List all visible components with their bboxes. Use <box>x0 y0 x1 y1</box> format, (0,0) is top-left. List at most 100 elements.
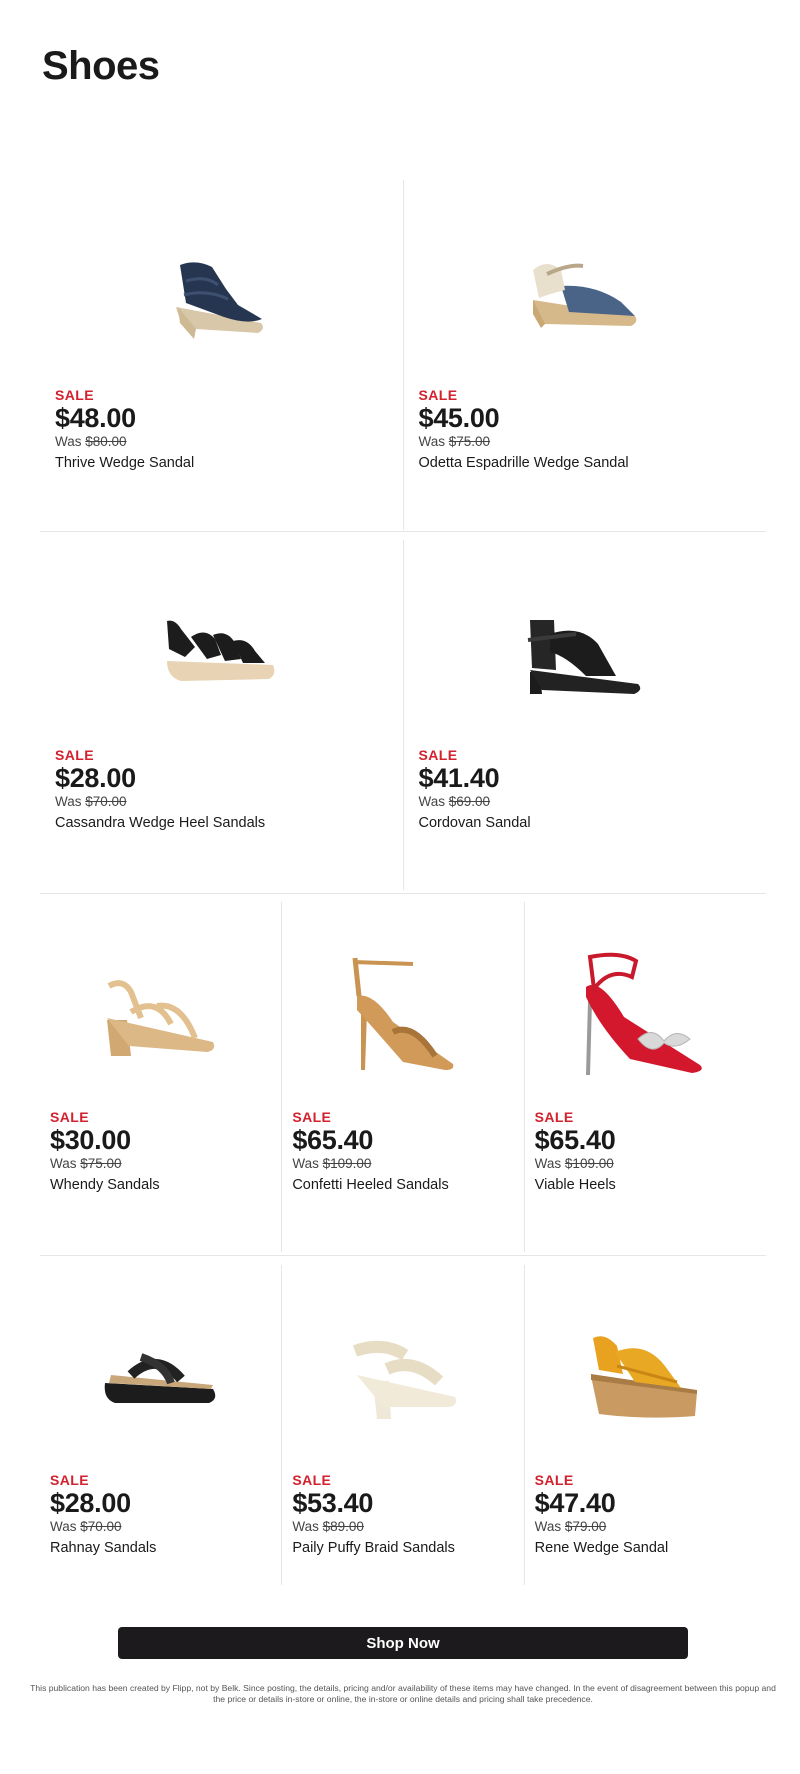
sale-label: SALE <box>292 1109 332 1125</box>
sale-price: $45.00 <box>418 403 500 433</box>
divider <box>40 1255 766 1256</box>
product-card[interactable]: SALE $65.40 Was $109.00 Confetti Heeled … <box>281 902 523 1252</box>
was-label: Was <box>292 1519 319 1534</box>
product-name[interactable]: Rahnay Sandals <box>50 1540 156 1557</box>
product-card[interactable]: SALE $47.40 Was $79.00 Rene Wedge Sandal <box>523 1265 766 1585</box>
was-price-row: Was $79.00 <box>535 1519 669 1534</box>
espadrille-wedge-image <box>532 263 637 328</box>
page-title: Shoes <box>42 44 160 88</box>
original-price: $70.00 <box>85 794 127 809</box>
product-image[interactable] <box>404 220 767 370</box>
wedge-heel-sandal-image <box>167 620 275 681</box>
product-card[interactable]: SALE $41.40 Was $69.00 Cordovan Sandal <box>402 540 767 890</box>
product-info: SALE $65.40 Was $109.00 Confetti Heeled … <box>292 1109 448 1194</box>
black-slide-sandal-image <box>104 1353 215 1403</box>
product-image[interactable] <box>40 942 281 1092</box>
product-name[interactable]: Viable Heels <box>535 1177 616 1194</box>
was-label: Was <box>292 1156 319 1171</box>
product-info: SALE $28.00 Was $70.00 Rahnay Sandals <box>50 1472 156 1557</box>
disclaimer-text: This publication has been created by Fli… <box>30 1683 776 1704</box>
product-name[interactable]: Cassandra Wedge Heel Sandals <box>55 815 265 832</box>
sale-label: SALE <box>534 1109 574 1125</box>
shop-now-button[interactable]: Shop Now <box>118 1627 688 1659</box>
sale-price: $28.00 <box>50 1488 131 1518</box>
was-price-row: Was $89.00 <box>292 1519 455 1534</box>
original-price: $79.00 <box>564 1519 607 1534</box>
product-image[interactable] <box>40 1305 281 1455</box>
was-label: Was <box>55 794 82 809</box>
product-image[interactable] <box>282 942 523 1092</box>
original-price: $75.00 <box>80 1156 122 1171</box>
product-name[interactable]: Paily Puffy Braid Sandals <box>292 1540 455 1557</box>
wedge-sandal-navy-image <box>176 262 264 339</box>
product-card[interactable]: SALE $53.40 Was $89.00 Paily Puffy Braid… <box>281 1265 523 1585</box>
sale-price: $48.00 <box>55 403 136 433</box>
product-image[interactable] <box>40 580 403 730</box>
was-price-row: Was $70.00 <box>50 1519 156 1534</box>
sale-label: SALE <box>418 747 458 763</box>
product-info: SALE $47.40 Was $79.00 Rene Wedge Sandal <box>535 1472 669 1557</box>
product-card[interactable]: SALE $28.00 Was $70.00 Rahnay Sandals <box>40 1265 281 1585</box>
was-price-row: Was $69.00 <box>419 794 531 809</box>
product-card[interactable]: SALE $28.00 Was $70.00 Cassandra Wedge H… <box>40 540 403 890</box>
product-name[interactable]: Odetta Espadrille Wedge Sandal <box>419 455 629 472</box>
original-price: $109.00 <box>322 1156 372 1171</box>
sale-label: SALE <box>418 387 458 403</box>
original-price: $70.00 <box>80 1519 122 1534</box>
was-label: Was <box>50 1156 77 1171</box>
product-row: SALE $28.00 Was $70.00 Rahnay Sandals SA… <box>40 1265 766 1585</box>
product-name[interactable]: Cordovan Sandal <box>419 815 531 832</box>
product-info: SALE $45.00 Was $75.00 Odetta Espadrille… <box>419 387 629 472</box>
product-name[interactable]: Rene Wedge Sandal <box>535 1540 669 1557</box>
divider <box>40 531 766 532</box>
product-image[interactable] <box>525 942 766 1092</box>
product-card[interactable]: SALE $65.40 Was $109.00 Viable Heels <box>523 902 766 1252</box>
sale-label: SALE <box>292 1472 332 1488</box>
sale-label: SALE <box>55 747 94 763</box>
product-info: SALE $28.00 Was $70.00 Cassandra Wedge H… <box>55 747 265 832</box>
product-row: SALE $48.00 Was $80.00 Thrive Wedge Sand… <box>40 180 766 530</box>
was-label: Was <box>534 1156 562 1171</box>
product-name[interactable]: Confetti Heeled Sandals <box>292 1177 448 1194</box>
sale-price: $30.00 <box>50 1125 131 1155</box>
sale-price: $65.40 <box>292 1125 374 1155</box>
product-info: SALE $41.40 Was $69.00 Cordovan Sandal <box>419 747 531 832</box>
sale-label: SALE <box>55 387 94 403</box>
product-card[interactable]: SALE $45.00 Was $75.00 Odetta Espadrille… <box>402 180 767 530</box>
sale-price: $41.40 <box>418 763 500 793</box>
original-price: $80.00 <box>85 434 127 449</box>
page: Shoes SALE $48.00 Was $80.00 Thrive Wedg… <box>0 0 800 1774</box>
product-image[interactable] <box>282 1305 523 1455</box>
strappy-block-heel-image <box>106 980 214 1056</box>
product-info: SALE $65.40 Was $109.00 Viable Heels <box>535 1109 616 1194</box>
product-name[interactable]: Thrive Wedge Sandal <box>55 455 194 472</box>
sale-label: SALE <box>534 1472 574 1488</box>
sale-label: SALE <box>50 1472 89 1488</box>
product-row: SALE $28.00 Was $70.00 Cassandra Wedge H… <box>40 540 766 890</box>
was-price-row: Was $80.00 <box>55 434 194 449</box>
product-card[interactable]: SALE $30.00 Was $75.00 Whendy Sandals <box>40 902 281 1252</box>
product-card[interactable]: SALE $48.00 Was $80.00 Thrive Wedge Sand… <box>40 180 403 530</box>
original-price: $75.00 <box>448 434 491 449</box>
product-info: SALE $48.00 Was $80.00 Thrive Wedge Sand… <box>55 387 194 472</box>
was-price-row: Was $75.00 <box>419 434 629 449</box>
was-label: Was <box>55 434 82 449</box>
was-price-row: Was $109.00 <box>292 1156 448 1171</box>
was-price-row: Was $109.00 <box>535 1156 616 1171</box>
product-image[interactable] <box>525 1305 766 1455</box>
sale-price: $28.00 <box>55 763 136 793</box>
was-label: Was <box>418 434 446 449</box>
divider <box>40 893 766 894</box>
product-image[interactable] <box>404 580 767 730</box>
sale-price: $53.40 <box>292 1488 374 1518</box>
red-bow-heel-image <box>586 952 703 1075</box>
heeled-sandal-tan-image <box>352 957 454 1070</box>
product-row: SALE $30.00 Was $75.00 Whendy Sandals SA… <box>40 902 766 1252</box>
product-info: SALE $30.00 Was $75.00 Whendy Sandals <box>50 1109 160 1194</box>
original-price: $69.00 <box>448 794 491 809</box>
product-name[interactable]: Whendy Sandals <box>50 1177 160 1194</box>
product-info: SALE $53.40 Was $89.00 Paily Puffy Braid… <box>292 1472 455 1557</box>
product-image[interactable] <box>40 220 403 370</box>
was-label: Was <box>50 1519 77 1534</box>
original-price: $89.00 <box>322 1519 364 1534</box>
